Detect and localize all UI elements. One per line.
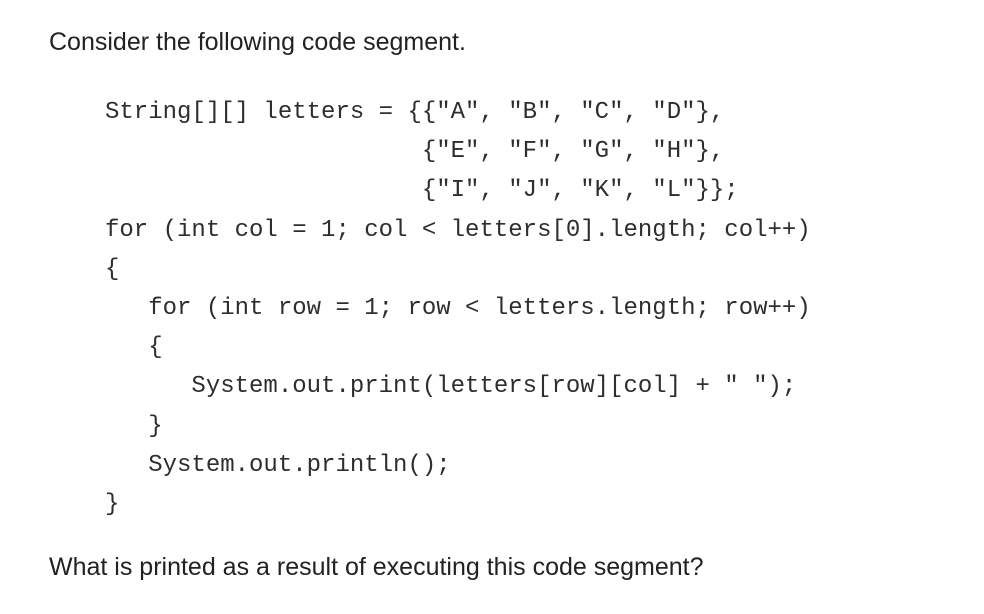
code-line-inner-close-brace: } [105, 412, 163, 440]
code-line-inner-for: for (int row = 1; row < letters.length; … [105, 294, 811, 322]
question-text: What is printed as a result of executing… [49, 553, 704, 581]
code-line-inner-open-brace: { [105, 334, 163, 362]
code-line-outer-open-brace: { [105, 255, 120, 283]
code-line-print-statement: System.out.print(letters[row][col] + " "… [105, 373, 797, 401]
code-line-outer-for: for (int col = 1; col < letters[0].lengt… [105, 216, 811, 244]
code-line-letters-declaration: String[][] letters = {{"A", "B", "C", "D… [105, 99, 725, 126]
code-line-letters-row-3: {"I", "J", "K", "L"}}; [105, 177, 739, 205]
intro-text: Consider the following code segment. [49, 28, 466, 56]
code-block: String[][] letters = {{"A", "B", "C", "D… [105, 93, 811, 524]
code-line-outer-close-brace: } [105, 490, 120, 518]
code-line-println-statement: System.out.println(); [105, 451, 451, 479]
code-line-letters-row-2: {"E", "F", "G", "H"}, [105, 138, 725, 166]
